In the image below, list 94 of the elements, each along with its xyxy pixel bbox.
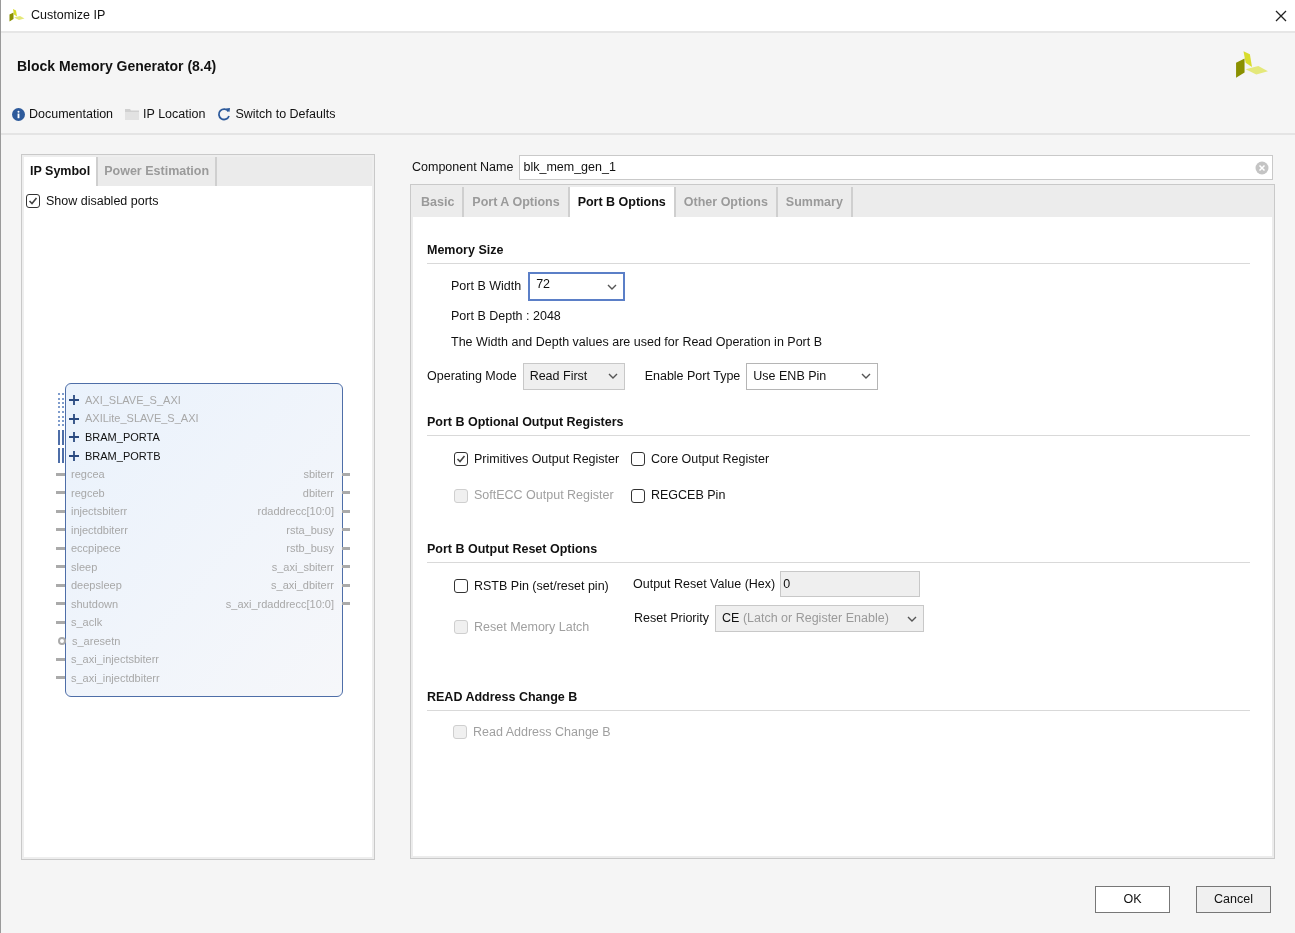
app-logo-icon xyxy=(9,7,25,24)
section-title: Memory Size xyxy=(427,243,504,257)
port-label: s_axi_injectdbiterr xyxy=(71,670,160,686)
port-label: sbiterr xyxy=(303,467,334,483)
field-label: Port B Width xyxy=(451,278,522,296)
field-label: Reset Priority xyxy=(634,610,710,628)
port-label: s_axi_dbiterr xyxy=(271,578,334,594)
folder-icon xyxy=(125,108,140,120)
pin-stub xyxy=(56,583,65,587)
caret-icon xyxy=(861,373,872,379)
section-title: READ Address Change B xyxy=(427,689,578,704)
port-label: rsta_busy xyxy=(286,522,334,538)
port-label: s_axi_rdaddrecc[10:0] xyxy=(225,596,334,612)
port-label: sleep xyxy=(71,559,98,575)
dialog-button[interactable]: Cancel xyxy=(1196,886,1271,913)
port-label: regceb xyxy=(71,485,105,501)
port-label: injectdbiterr xyxy=(71,522,128,538)
bus-interface-label: BRAM_PORTA xyxy=(85,430,160,445)
checkbox-label: Reset Memory Latch xyxy=(474,618,590,636)
depth-text: Port B Depth : 2048 xyxy=(451,308,562,325)
plus-icon[interactable] xyxy=(69,413,79,424)
checkbox[interactable] xyxy=(631,488,645,503)
bus-interface-label: AXI_SLAVE_S_AXI xyxy=(85,392,181,408)
pin-stub xyxy=(342,565,350,569)
pin-stub xyxy=(56,491,65,495)
pin-stub xyxy=(342,528,350,532)
bus-interface-label: AXILite_SLAVE_S_AXI xyxy=(85,411,199,427)
pin-stub xyxy=(56,565,65,569)
toolbar-button[interactable]: IP Location xyxy=(125,104,206,124)
checkbox-label: Read Address Change B xyxy=(473,723,611,741)
ip-title: Block Memory Generator (8.4) xyxy=(17,56,217,76)
info-icon xyxy=(12,107,25,121)
pin-stub xyxy=(56,528,65,532)
pin-stub xyxy=(342,546,350,550)
pin-stub xyxy=(342,509,350,513)
checkbox-label: Core Output Register xyxy=(651,450,770,468)
caret-icon xyxy=(907,615,918,622)
refresh-icon xyxy=(217,107,232,121)
port-label: rstb_busy xyxy=(286,541,334,557)
port-label: s_aresetn xyxy=(72,633,121,649)
tab[interactable]: IP Symbol xyxy=(24,157,99,186)
caret-icon xyxy=(607,373,618,379)
field-label: Operating Mode xyxy=(427,367,517,385)
section-title: Port B Optional Output Registers xyxy=(427,414,624,429)
plus-icon[interactable] xyxy=(69,432,79,443)
checkbox-label: REGCEB Pin xyxy=(651,487,726,505)
checkbox-label: Primitives Output Register xyxy=(474,450,620,468)
field-label: Output Reset Value (Hex) xyxy=(633,575,776,593)
port-label: eccpipece xyxy=(71,541,121,557)
port-label: s_aclk xyxy=(71,615,103,631)
pin-stub xyxy=(342,472,350,476)
pin-stub xyxy=(56,620,65,624)
checkbox-label: Show disabled ports xyxy=(46,193,159,210)
port-label: shutdown xyxy=(71,596,119,612)
caret-icon xyxy=(607,283,618,290)
dropdown[interactable]: Use ENB Pin xyxy=(746,362,879,390)
component-name-field[interactable]: blk_mem_gen_1 xyxy=(519,155,1273,180)
pin-stub xyxy=(56,602,65,606)
toolbar-button[interactable]: Documentation xyxy=(12,104,114,124)
port-label: s_axi_sbiterr xyxy=(271,559,334,575)
pin-stub xyxy=(56,676,65,680)
plus-icon[interactable] xyxy=(69,450,79,461)
note-text: The Width and Depth values are used for Read Operation in Port B xyxy=(451,333,824,351)
close-icon[interactable] xyxy=(1275,9,1287,22)
pin-stub xyxy=(342,602,350,606)
port-label: regcea xyxy=(71,467,105,483)
port-label: rdaddrecc[10:0] xyxy=(257,504,334,520)
pin-stub xyxy=(56,509,65,513)
port-label: dbiterr xyxy=(302,485,334,501)
port-label: deepsleep xyxy=(71,578,122,594)
checkbox-label: SoftECC Output Register xyxy=(474,487,614,505)
port-label: s_axi_injectsbiterr xyxy=(71,652,160,668)
port-label: injectsbiterr xyxy=(71,504,128,520)
checkbox[interactable] xyxy=(454,451,468,466)
dialog-button[interactable]: OK xyxy=(1095,886,1170,913)
pin-stub xyxy=(56,472,65,476)
pin-stub xyxy=(56,657,65,661)
checkbox[interactable] xyxy=(26,194,40,209)
bus-interface-label: BRAM_PORTB xyxy=(85,448,161,464)
tab[interactable]: Port B Options xyxy=(569,187,676,217)
checkbox[interactable] xyxy=(454,579,468,594)
pin-stub xyxy=(342,583,350,587)
checkbox-label: RSTB Pin (set/reset pin) xyxy=(474,578,609,595)
plus-icon[interactable] xyxy=(69,395,79,406)
window-title: Customize IP xyxy=(31,7,106,25)
section-title: Port B Output Reset Options xyxy=(427,542,598,556)
checkbox[interactable] xyxy=(631,451,645,466)
pin-stub xyxy=(342,491,350,495)
toolbar-button[interactable]: Switch to Defaults xyxy=(217,104,336,124)
dropdown[interactable]: 72 xyxy=(528,272,626,301)
field-label: Enable Port Type xyxy=(644,367,741,385)
field-label: Component Name xyxy=(412,159,514,177)
pin-stub xyxy=(56,546,65,550)
inverted-pin-connector xyxy=(58,636,66,645)
